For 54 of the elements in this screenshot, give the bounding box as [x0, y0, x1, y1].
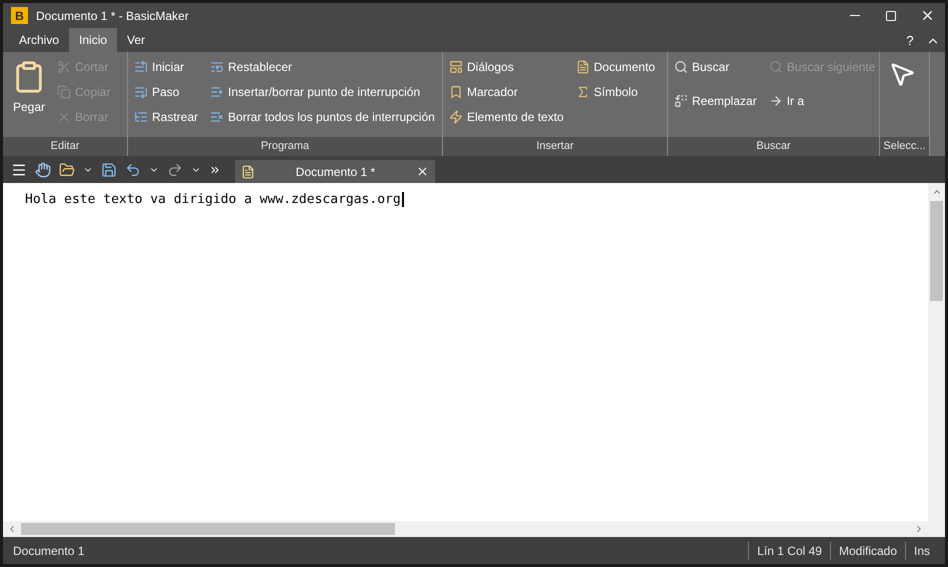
ribbon-button[interactable]: Elemento de texto [447, 106, 566, 128]
search-icon [674, 60, 688, 74]
save-icon[interactable] [101, 162, 117, 178]
copy-icon [57, 85, 71, 99]
redo-icon[interactable] [167, 162, 183, 178]
ribbon-tab[interactable]: Ver [117, 28, 156, 52]
group-label: Insertar [536, 139, 574, 154]
ribbon-button[interactable]: Insertar/borrar punto de interrupción [208, 81, 437, 103]
ribbon-tab[interactable]: Inicio [69, 28, 118, 52]
help-button[interactable]: ? [899, 30, 921, 52]
ribbon-button[interactable]: Paso [132, 81, 200, 103]
lightning-icon [449, 110, 463, 124]
ribbon-tab[interactable]: Archivo [9, 28, 70, 52]
menu-icon[interactable] [11, 162, 27, 178]
scrollbar-thumb[interactable] [21, 523, 395, 535]
ribbon-button[interactable]: Ir a [766, 90, 878, 112]
horizontal-scrollbar[interactable] [3, 521, 945, 537]
paste-button[interactable]: Pegar [7, 56, 51, 137]
ribbon-button[interactable]: Diálogos [447, 56, 566, 78]
group-label: Buscar [756, 139, 791, 154]
status-text: Modificado [830, 542, 905, 560]
ribbon-button[interactable]: Iniciar [132, 56, 200, 78]
ribbon-button[interactable]: Reemplazar [672, 90, 759, 112]
vertical-scrollbar[interactable] [928, 183, 945, 521]
folder-icon[interactable] [59, 162, 75, 178]
group-label: Editar [50, 139, 80, 154]
group-label: Selecc... [883, 139, 926, 154]
document-icon [241, 164, 255, 178]
editor-text: Hola este texto va dirigido a www.zdescargas.org [25, 192, 404, 207]
hand-icon[interactable] [35, 162, 51, 178]
close-icon[interactable] [416, 165, 429, 178]
ribbon-button[interactable]: Borrar todos los puntos de interrupción [208, 106, 437, 128]
window-title: Documento 1 * - BasicMaker [36, 8, 189, 24]
ribbon-button[interactable]: Rastrear [132, 106, 200, 128]
ribbon-button[interactable]: Buscar [672, 56, 759, 78]
status-text: Ins [905, 542, 945, 560]
bookmark-icon [449, 85, 463, 99]
status-text: Lín 1 Col 49 [748, 542, 830, 560]
document-icon [576, 60, 590, 74]
search-icon [768, 60, 783, 74]
ribbon-button[interactable]: Marcador [447, 81, 566, 103]
status-text: Documento 1 [12, 542, 86, 560]
ribbon-button[interactable]: Documento [574, 56, 658, 78]
scrollbar-thumb[interactable] [930, 201, 943, 301]
ribbon-button[interactable]: Símbolo [574, 81, 658, 103]
ribbon-button[interactable]: Restablecer [208, 56, 437, 78]
scissors-icon [57, 60, 71, 74]
undo-icon[interactable] [125, 162, 141, 178]
minimize-icon [850, 15, 860, 16]
document-tab[interactable]: Documento 1 * [235, 160, 435, 183]
app-logo: B [11, 7, 28, 24]
maximize-icon [885, 10, 897, 22]
delete-icon [57, 110, 71, 124]
group-label: Programa [260, 139, 310, 154]
